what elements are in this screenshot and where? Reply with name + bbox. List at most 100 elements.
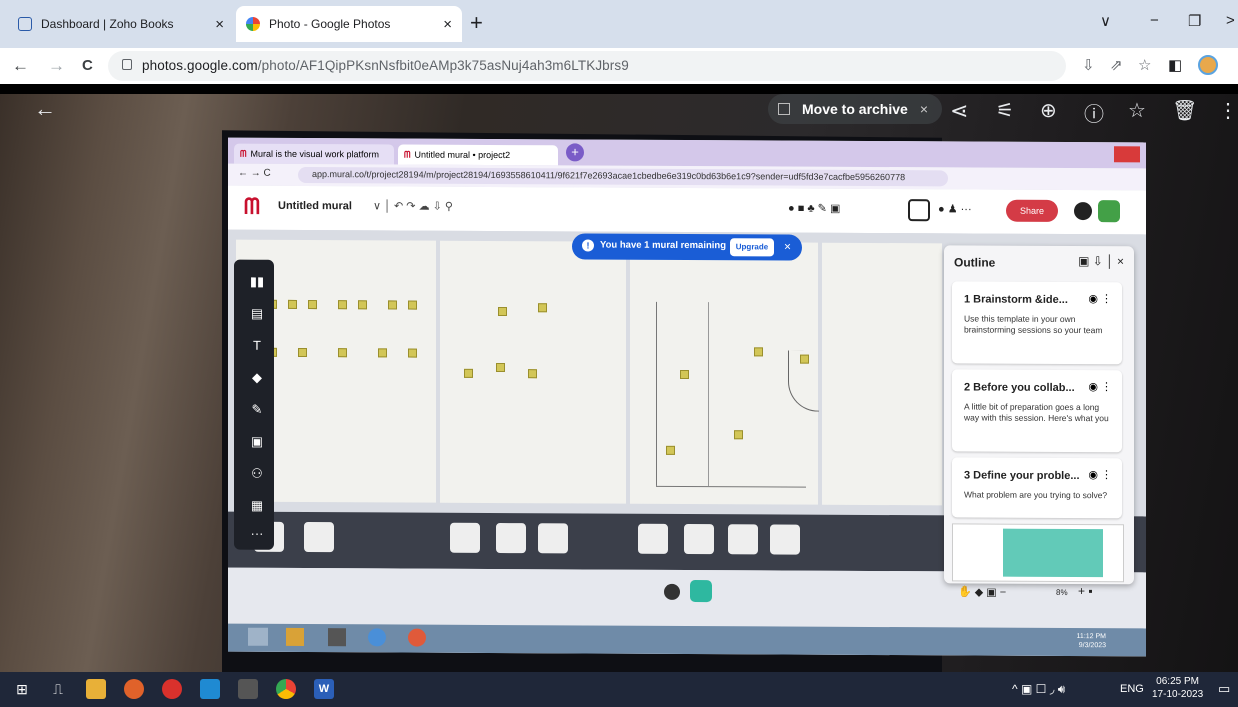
- upgrade-button: Upgrade: [730, 238, 774, 257]
- chrome-icon[interactable]: [276, 679, 296, 699]
- word-icon[interactable]: W: [314, 679, 334, 699]
- dismiss-archive-icon[interactable]: ×: [920, 101, 928, 117]
- mural-logo-icon: ᗰ: [404, 149, 411, 160]
- zoom-controls: ✋ ◆ ▣ −: [958, 586, 1007, 599]
- task-view-icon[interactable]: ⎍: [48, 679, 68, 699]
- inner-taskbar-icon: [328, 628, 346, 647]
- archive-icon: [778, 103, 790, 115]
- language-indicator[interactable]: ENG: [1120, 683, 1144, 695]
- more-options-icon[interactable]: ⋮: [1218, 98, 1238, 123]
- inner-taskbar-icon: [408, 628, 426, 647]
- lock-icon: [122, 59, 132, 70]
- browser-tab-strip: Dashboard | Zoho Books × Photo - Google …: [0, 0, 1238, 48]
- taskbar-clock[interactable]: 06:25 PM 17-10-2023: [1152, 675, 1203, 701]
- file-explorer-icon[interactable]: [86, 679, 106, 699]
- section-thumbnail: [538, 523, 568, 554]
- banner-text: You have 1 mural remaining: [600, 239, 727, 252]
- close-window-button[interactable]: >: [1226, 12, 1235, 29]
- favorite-star-icon[interactable]: ☆: [1128, 98, 1146, 123]
- inner-close-icon: [1114, 146, 1140, 163]
- install-app-icon[interactable]: ⇩: [1082, 56, 1095, 74]
- canvas-section: [822, 242, 942, 506]
- mural-share-button: Share: [1006, 199, 1058, 222]
- minimap-viewport: [1003, 528, 1103, 578]
- table-icon: ▦: [250, 497, 264, 513]
- laptop-screen: ᗰ Mural is the visual work platform ᗰ Un…: [228, 137, 1146, 657]
- edit-icon[interactable]: ⚟: [996, 98, 1014, 123]
- inner-taskbar-icon: [248, 627, 268, 646]
- sticky-note-icon: ▤: [250, 305, 264, 321]
- mural-title: Untitled mural: [278, 199, 352, 213]
- upgrade-banner: ! You have 1 mural remaining Upgrade ×: [572, 233, 802, 261]
- mural-logo-icon: ᗰ: [240, 148, 247, 159]
- bookmark-star-icon[interactable]: ☆: [1138, 56, 1151, 74]
- tab-search-icon[interactable]: ∨: [1100, 12, 1111, 30]
- tab-title: Photo - Google Photos: [269, 17, 391, 31]
- zoom-icon[interactable]: ⊕: [1040, 98, 1057, 123]
- mural-topbar: ᗰ Untitled mural ∨ │ ↶ ↷ ☁ ⇩ ⚲ ● ■ ♣ ✎ ▣…: [228, 185, 1146, 235]
- forward-arrow-icon[interactable]: →: [48, 56, 65, 76]
- back-arrow-icon[interactable]: ←: [12, 56, 29, 76]
- sticky-note: [308, 300, 317, 310]
- eye-icon: ◉ ⋮: [1088, 469, 1112, 482]
- mural-user-icons: ● ♟ ···: [938, 203, 972, 216]
- outline-item: 2 Before you collab... ◉ ⋮ A little bit …: [952, 369, 1122, 453]
- inner-tab: ᗰ Untitled mural • project2: [398, 144, 558, 166]
- sticky-note: [358, 300, 367, 310]
- section-thumbnail: [304, 521, 334, 553]
- sticky-note: [496, 362, 505, 373]
- archive-label: Move to archive: [802, 101, 908, 117]
- vscode-icon[interactable]: [200, 679, 220, 699]
- back-button[interactable]: ←: [34, 96, 56, 122]
- zoom-in-icon: + ▪: [1078, 584, 1093, 599]
- sticky-note: [378, 348, 387, 358]
- mural-action-icons: ● ■ ♣ ✎ ▣: [788, 202, 841, 215]
- side-panel-icon[interactable]: ◧: [1168, 56, 1182, 74]
- google-photos-icon: [246, 17, 260, 31]
- system-tray-icons[interactable]: ^ ▣ ☐ ◞ 🔊︎: [1012, 682, 1065, 697]
- minimize-button[interactable]: −: [1150, 12, 1159, 29]
- close-tab-icon[interactable]: ×: [215, 16, 224, 33]
- share-icon[interactable]: ⇗: [1110, 56, 1123, 74]
- delete-icon[interactable]: 🗑︎: [1172, 98, 1197, 123]
- eye-icon: ◉ ⋮: [1088, 293, 1112, 306]
- outline-item: 3 Define your proble... ◉ ⋮ What problem…: [952, 457, 1122, 519]
- sticky-note: [408, 300, 417, 310]
- notification-icon[interactable]: ▭: [1218, 681, 1230, 697]
- tab-zoho-books[interactable]: Dashboard | Zoho Books ×: [8, 6, 234, 42]
- sticky-note: [680, 369, 689, 380]
- inner-taskbar-icon: [368, 628, 386, 647]
- zoom-level: 8%: [1056, 587, 1068, 597]
- reload-icon[interactable]: C: [82, 57, 93, 74]
- tab-google-photos[interactable]: Photo - Google Photos ×: [236, 6, 462, 42]
- opera-icon[interactable]: [162, 679, 182, 699]
- info-icon[interactable]: ⓘ: [1084, 98, 1104, 127]
- inner-taskbar-icon: [286, 627, 304, 646]
- terminal-icon[interactable]: [238, 679, 258, 699]
- sticky-note: [754, 347, 763, 357]
- close-tab-icon[interactable]: ×: [443, 16, 452, 33]
- section-thumbnail: [770, 524, 800, 555]
- inner-clock: 11:12 PM 9/3/2023: [1076, 633, 1106, 650]
- browser-toolbar: ← → C photos.google.com/photo/AF1QipPKsn…: [0, 48, 1238, 85]
- share-icon[interactable]: ⋖: [950, 98, 968, 124]
- address-bar[interactable]: photos.google.com/photo/AF1QipPKsnNsfbit…: [108, 51, 1066, 81]
- move-to-archive-chip[interactable]: Move to archive ×: [768, 94, 943, 124]
- section-thumbnail: [638, 523, 668, 554]
- new-tab-button[interactable]: +: [470, 10, 483, 36]
- help-icon: [1074, 202, 1092, 221]
- start-icon[interactable]: ⊞: [12, 679, 32, 699]
- inner-tab: ᗰ Mural is the visual work platform: [234, 143, 394, 165]
- sticky-note: [734, 430, 743, 440]
- section-thumbnail: [496, 522, 526, 554]
- profile-avatar[interactable]: [1198, 55, 1218, 75]
- zoho-books-icon: [18, 17, 32, 31]
- sticky-note: [464, 368, 473, 378]
- outline-title: Outline: [954, 255, 996, 270]
- restore-button[interactable]: ❐: [1188, 12, 1201, 30]
- outline-panel: Outline ▣ ⇩ │ × 1 Brainstorm &ide... ◉ ⋮…: [944, 245, 1134, 585]
- section-thumbnail: [684, 523, 714, 555]
- section-thumbnail: [728, 524, 758, 555]
- firefox-icon[interactable]: [124, 679, 144, 699]
- inner-new-tab-icon: +: [566, 143, 584, 162]
